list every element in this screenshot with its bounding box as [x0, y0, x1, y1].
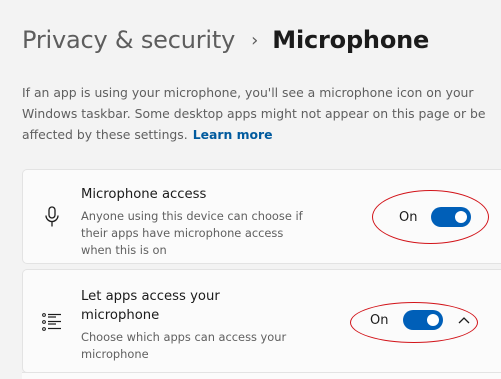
microphone-access-title: Microphone access	[81, 187, 207, 202]
breadcrumb-parent-link[interactable]: Privacy & security	[22, 26, 235, 54]
microphone-access-card: Microphone access Anyone using this devi…	[22, 169, 501, 264]
microphone-icon	[45, 206, 59, 227]
microphone-access-state-label: On	[399, 209, 418, 225]
app-list-icon	[42, 313, 61, 331]
app-microphone-access-text: Let apps access your microphone Choose w…	[81, 287, 311, 363]
learn-more-link[interactable]: Learn more	[193, 127, 273, 142]
breadcrumb: Privacy & security › Microphone	[22, 26, 429, 54]
microphone-access-subtitle: Anyone using this device can choose if t…	[81, 209, 303, 257]
app-microphone-access-title: Let apps access your microphone	[81, 289, 220, 323]
app-microphone-access-subtitle: Choose which apps can access your microp…	[81, 330, 287, 361]
toggle-thumb	[427, 314, 440, 326]
chevron-up-icon[interactable]	[458, 316, 470, 324]
app-microphone-access-state-label: On	[370, 312, 389, 328]
breadcrumb-separator-icon: ›	[251, 29, 259, 51]
app-microphone-access-toggle[interactable]	[403, 310, 444, 330]
settings-page: Privacy & security › Microphone If an ap…	[0, 0, 501, 379]
microphone-access-text: Microphone access Anyone using this devi…	[81, 185, 311, 259]
next-card-edge	[22, 372, 501, 379]
page-title: Microphone	[272, 26, 430, 54]
microphone-access-toggle-group: On	[399, 207, 472, 227]
microphone-access-toggle[interactable]	[431, 207, 472, 227]
toggle-thumb	[455, 211, 468, 223]
page-description: If an app is using your microphone, you'…	[22, 82, 492, 145]
app-microphone-access-toggle-group: On	[370, 310, 470, 330]
app-microphone-access-card[interactable]: Let apps access your microphone Choose w…	[22, 269, 501, 373]
